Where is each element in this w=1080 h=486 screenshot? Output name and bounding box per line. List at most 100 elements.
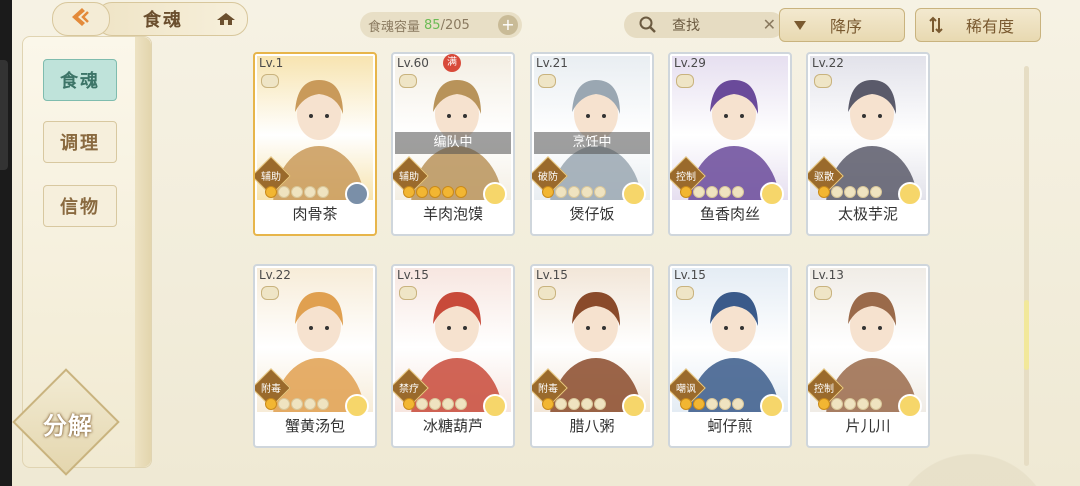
lock-badge-icon [676, 74, 694, 88]
add-capacity-button[interactable]: + [498, 15, 518, 35]
back-button[interactable] [52, 2, 110, 36]
star-icon [719, 186, 731, 198]
food-soul-card[interactable]: Lv.1 辅助肉骨茶 [253, 52, 377, 236]
star-icon [568, 186, 580, 198]
level-label: Lv.29 [674, 56, 706, 70]
food-soul-card[interactable]: Lv.21 烹饪中 破防 煲仔饭 [530, 52, 654, 236]
star-icon [429, 186, 441, 198]
lock-badge-icon [399, 286, 417, 300]
capacity-indicator: 食魂容量 85 /205 + [360, 12, 522, 38]
element-flower-icon [622, 182, 646, 206]
food-soul-card[interactable]: Lv.13 控制 片儿川 [806, 264, 930, 448]
food-soul-card[interactable]: Lv.15 嘲讽 蚵仔煎 [668, 264, 792, 448]
character-name: 鱼香肉丝 [699, 205, 760, 223]
star-icon [317, 186, 329, 198]
character-name: 煲仔饭 [569, 205, 615, 223]
nav-tab-conditioning[interactable]: 调理 [43, 121, 117, 163]
character-name: 太极芋泥 [837, 205, 898, 223]
element-flower-icon [345, 182, 369, 206]
star-icon [581, 398, 593, 410]
status-overlay: 编队中 [395, 132, 511, 154]
search-field[interactable]: 查找 ✕ [624, 12, 784, 38]
food-soul-card[interactable]: Lv.15 禁疗冰糖葫芦 [391, 264, 515, 448]
sort-rarity-button[interactable]: 稀有度 [915, 8, 1041, 42]
star-icon [594, 398, 606, 410]
star-icon [442, 186, 454, 198]
lock-badge-icon [814, 286, 832, 300]
star-icon [416, 186, 428, 198]
sort-rarity-label: 稀有度 [966, 17, 1015, 36]
star-icon [581, 186, 593, 198]
star-icon [870, 186, 882, 198]
character-name: 片儿川 [845, 417, 891, 435]
star-icon [265, 398, 277, 410]
search-icon [638, 15, 658, 39]
level-label: Lv.1 [259, 56, 284, 70]
star-icon [278, 398, 290, 410]
star-rating [542, 398, 606, 410]
star-icon [706, 398, 718, 410]
lock-badge-icon [261, 74, 279, 88]
star-icon [555, 186, 567, 198]
star-icon [568, 398, 580, 410]
character-name: 冰糖葫芦 [422, 417, 483, 435]
star-icon [831, 186, 843, 198]
capacity-current: 85 [424, 17, 441, 33]
star-icon [542, 398, 554, 410]
nav-tab-food-souls[interactable]: 食魂 [43, 59, 117, 101]
food-soul-card[interactable]: Lv.29 控制鱼香肉丝 [668, 52, 792, 236]
star-icon [442, 398, 454, 410]
star-icon [542, 186, 554, 198]
star-rating [818, 186, 882, 198]
food-soul-card[interactable]: Lv.15 附毒 腊八粥 [530, 264, 654, 448]
scrollbar-thumb[interactable] [1024, 300, 1029, 370]
star-icon [693, 398, 705, 410]
character-name: 羊肉泡馍 [422, 205, 483, 223]
status-overlay: 烹饪中 [534, 132, 650, 154]
role-label: 控制 [814, 384, 834, 395]
food-soul-card[interactable]: Lv.22 驱散太极芋泥 [806, 52, 930, 236]
role-label: 破防 [538, 172, 558, 183]
role-label: 驱散 [814, 172, 834, 183]
star-icon [818, 186, 830, 198]
star-icon [403, 186, 415, 198]
element-flower-icon [760, 394, 784, 418]
element-flower-icon [622, 394, 646, 418]
lock-badge-icon [261, 286, 279, 300]
role-label: 控制 [676, 172, 696, 183]
home-icon[interactable] [215, 11, 237, 31]
star-icon [719, 398, 731, 410]
scrollbar-track[interactable] [1024, 66, 1029, 466]
star-icon [857, 186, 869, 198]
level-label: Lv.22 [812, 56, 844, 70]
star-icon [455, 398, 467, 410]
star-icon [870, 398, 882, 410]
star-icon [844, 186, 856, 198]
character-name: 肉骨茶 [292, 205, 338, 223]
star-icon [416, 398, 428, 410]
star-icon [706, 186, 718, 198]
food-soul-card[interactable]: Lv.60 满编队中 辅助 羊肉泡馍 [391, 52, 515, 236]
back-arrow-icon [68, 6, 94, 32]
star-icon [818, 398, 830, 410]
star-icon [555, 398, 567, 410]
element-flower-icon [760, 182, 784, 206]
decompose-label: 分解 [43, 412, 93, 440]
star-icon [732, 398, 744, 410]
nav-tab-label: 信物 [60, 197, 100, 218]
role-label: 辅助 [261, 172, 281, 183]
sort-order-button[interactable]: 降序 [779, 8, 905, 42]
role-label: 禁疗 [399, 384, 419, 395]
food-soul-card[interactable]: Lv.22 附毒 蟹黄汤包 [253, 264, 377, 448]
device-edge [0, 0, 12, 486]
nav-tab-tokens[interactable]: 信物 [43, 185, 117, 227]
lock-badge-icon [676, 286, 694, 300]
clear-search-icon[interactable]: ✕ [763, 15, 776, 34]
star-icon [693, 186, 705, 198]
level-label: Lv.15 [397, 268, 429, 282]
role-label: 嘲讽 [676, 384, 696, 395]
role-label: 附毒 [538, 384, 558, 395]
star-icon [291, 186, 303, 198]
element-flower-icon [483, 394, 507, 418]
star-icon [732, 186, 744, 198]
